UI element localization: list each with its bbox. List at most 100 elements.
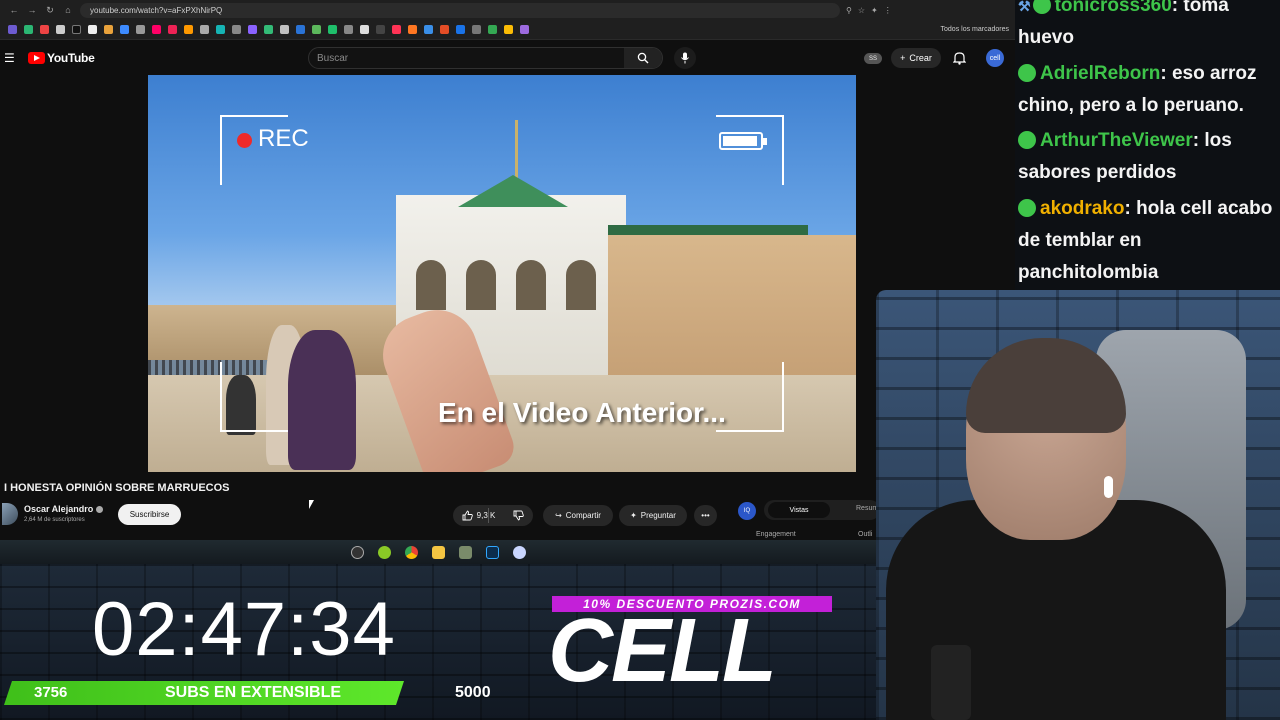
side-panel: IQ Vistas Resum Engagement Outli — [730, 495, 880, 545]
bookmark-icon[interactable] — [312, 25, 321, 34]
reload-icon[interactable]: ↻ — [44, 5, 56, 16]
bookmark-icon[interactable] — [280, 25, 289, 34]
video-subtitle: En el Video Anterior... — [438, 397, 726, 428]
zoom-icon[interactable]: ⚲ — [846, 6, 852, 15]
bookmarks-bar: Todos los marcadores — [0, 20, 1015, 40]
video-player[interactable]: REC En el Video Anterior... — [148, 75, 856, 472]
camera-frame-corner — [716, 362, 784, 432]
bookmark-icon[interactable] — [104, 25, 113, 34]
bookmark-icon[interactable] — [8, 25, 17, 34]
subscriber-badge-icon — [1018, 64, 1036, 82]
notifications-bell-icon[interactable] — [953, 51, 966, 65]
taskbar-app-icon[interactable] — [350, 545, 364, 559]
ss-badge[interactable]: SS — [864, 53, 882, 64]
camera-frame-corner — [220, 362, 288, 432]
taskbar-app-icon[interactable] — [458, 545, 472, 559]
more-icon: ••• — [701, 511, 710, 520]
browser-toolbar: ← → ↻ ⌂ youtube.com/watch?v=aFxPXhNirPQ … — [0, 0, 1015, 20]
thumbs-down-icon[interactable] — [513, 510, 525, 521]
video-scene-arch — [516, 260, 546, 310]
bookmark-icon[interactable] — [264, 25, 273, 34]
chrome-icon[interactable] — [404, 545, 418, 559]
bookmark-icon[interactable] — [360, 25, 369, 34]
chat-username[interactable]: tonicross360 — [1055, 0, 1172, 16]
outli-label: Outli — [858, 531, 873, 538]
forward-icon[interactable]: → — [26, 5, 38, 15]
bookmark-icon[interactable] — [440, 25, 449, 34]
webcam-phone — [931, 645, 971, 720]
bookmark-icon[interactable] — [72, 25, 81, 34]
search-input[interactable] — [309, 52, 624, 64]
youtube-logo[interactable]: YouTube — [28, 51, 95, 65]
bookmark-icon[interactable] — [488, 25, 497, 34]
subscribe-button[interactable]: Suscribirse — [118, 504, 181, 525]
back-icon[interactable]: ← — [8, 5, 20, 15]
tab-resum[interactable]: Resum — [856, 505, 878, 512]
video-title: I HONESTA OPINIÓN SOBRE MARRUECOS — [4, 482, 230, 494]
bookmark-icon[interactable] — [328, 25, 337, 34]
rec-dot-icon — [237, 133, 252, 148]
chat-username[interactable]: AdrielReborn — [1040, 63, 1160, 84]
bookmark-icon[interactable] — [120, 25, 129, 34]
chat-username[interactable]: akodrako — [1040, 198, 1124, 219]
chat-message: akodrako: hola cell acabo de temblar en … — [1018, 193, 1278, 289]
photoshop-icon[interactable] — [485, 545, 499, 559]
more-actions-button[interactable]: ••• — [694, 505, 717, 526]
home-icon[interactable]: ⌂ — [62, 5, 74, 15]
share-button[interactable]: ↪ Compartir — [543, 505, 613, 526]
account-avatar[interactable]: cell — [986, 49, 1004, 67]
like-divider — [488, 508, 489, 523]
address-bar[interactable]: youtube.com/watch?v=aFxPXhNirPQ — [80, 2, 840, 18]
folder-icon[interactable] — [431, 545, 445, 559]
bookmark-icon[interactable] — [504, 25, 513, 34]
bookmark-star-icon[interactable]: ☆ — [858, 6, 865, 15]
all-bookmarks-link[interactable]: Todos los marcadores — [941, 26, 1009, 33]
bookmark-icon[interactable] — [376, 25, 385, 34]
bookmark-icon[interactable] — [88, 25, 97, 34]
side-panel-icon[interactable]: IQ — [738, 502, 756, 520]
bookmark-icon[interactable] — [200, 25, 209, 34]
bookmark-icon[interactable] — [232, 25, 241, 34]
bookmark-icon[interactable] — [344, 25, 353, 34]
cell-logo: CELL — [548, 601, 777, 701]
bookmark-icon[interactable] — [56, 25, 65, 34]
hammer-badge-icon: ⚒ — [1018, 0, 1031, 14]
video-scene-person — [288, 330, 356, 470]
side-panel-tabs: Vistas Resum — [764, 500, 880, 520]
channel-name-block[interactable]: Oscar Alejandro — [24, 504, 104, 514]
youtube-play-icon — [28, 51, 45, 64]
create-button[interactable]: + Crear — [891, 48, 941, 68]
bookmark-icon[interactable] — [456, 25, 465, 34]
bookmark-icon[interactable] — [40, 25, 49, 34]
channel-avatar[interactable] — [2, 503, 18, 525]
tab-vistas[interactable]: Vistas — [768, 502, 830, 518]
bookmark-icon[interactable] — [216, 25, 225, 34]
menu-icon[interactable]: ⋮ — [884, 6, 892, 15]
bookmark-icon[interactable] — [296, 25, 305, 34]
subscriber-badge-icon — [1018, 131, 1036, 149]
bookmark-icon[interactable] — [472, 25, 481, 34]
like-button[interactable]: 9,3 K — [462, 510, 495, 521]
verified-icon — [96, 506, 104, 514]
bookmark-icon[interactable] — [392, 25, 401, 34]
bookmark-icon[interactable] — [168, 25, 177, 34]
extensions-icon[interactable]: ✦ — [871, 6, 878, 15]
bookmark-icon[interactable] — [184, 25, 193, 34]
voice-search-button[interactable] — [674, 47, 696, 69]
bookmark-icon[interactable] — [136, 25, 145, 34]
bookmark-icon[interactable] — [424, 25, 433, 34]
chat-username[interactable]: ArthurTheViewer — [1040, 130, 1193, 151]
bookmark-icon[interactable] — [152, 25, 161, 34]
taskbar-app-icon[interactable] — [512, 545, 526, 559]
youtube-header: ☰ YouTube SS + Crear — [0, 40, 1015, 75]
bookmark-icon[interactable] — [248, 25, 257, 34]
ask-button[interactable]: ✦ Preguntar — [619, 505, 687, 526]
bookmark-icon[interactable] — [520, 25, 529, 34]
search-button[interactable] — [624, 48, 662, 68]
bookmark-icon[interactable] — [408, 25, 417, 34]
taskbar-app-icon[interactable] — [377, 545, 391, 559]
taskbar — [0, 540, 876, 564]
bookmark-icon[interactable] — [24, 25, 33, 34]
video-scene-arch — [416, 260, 446, 310]
hamburger-menu-icon[interactable]: ☰ — [4, 51, 18, 65]
